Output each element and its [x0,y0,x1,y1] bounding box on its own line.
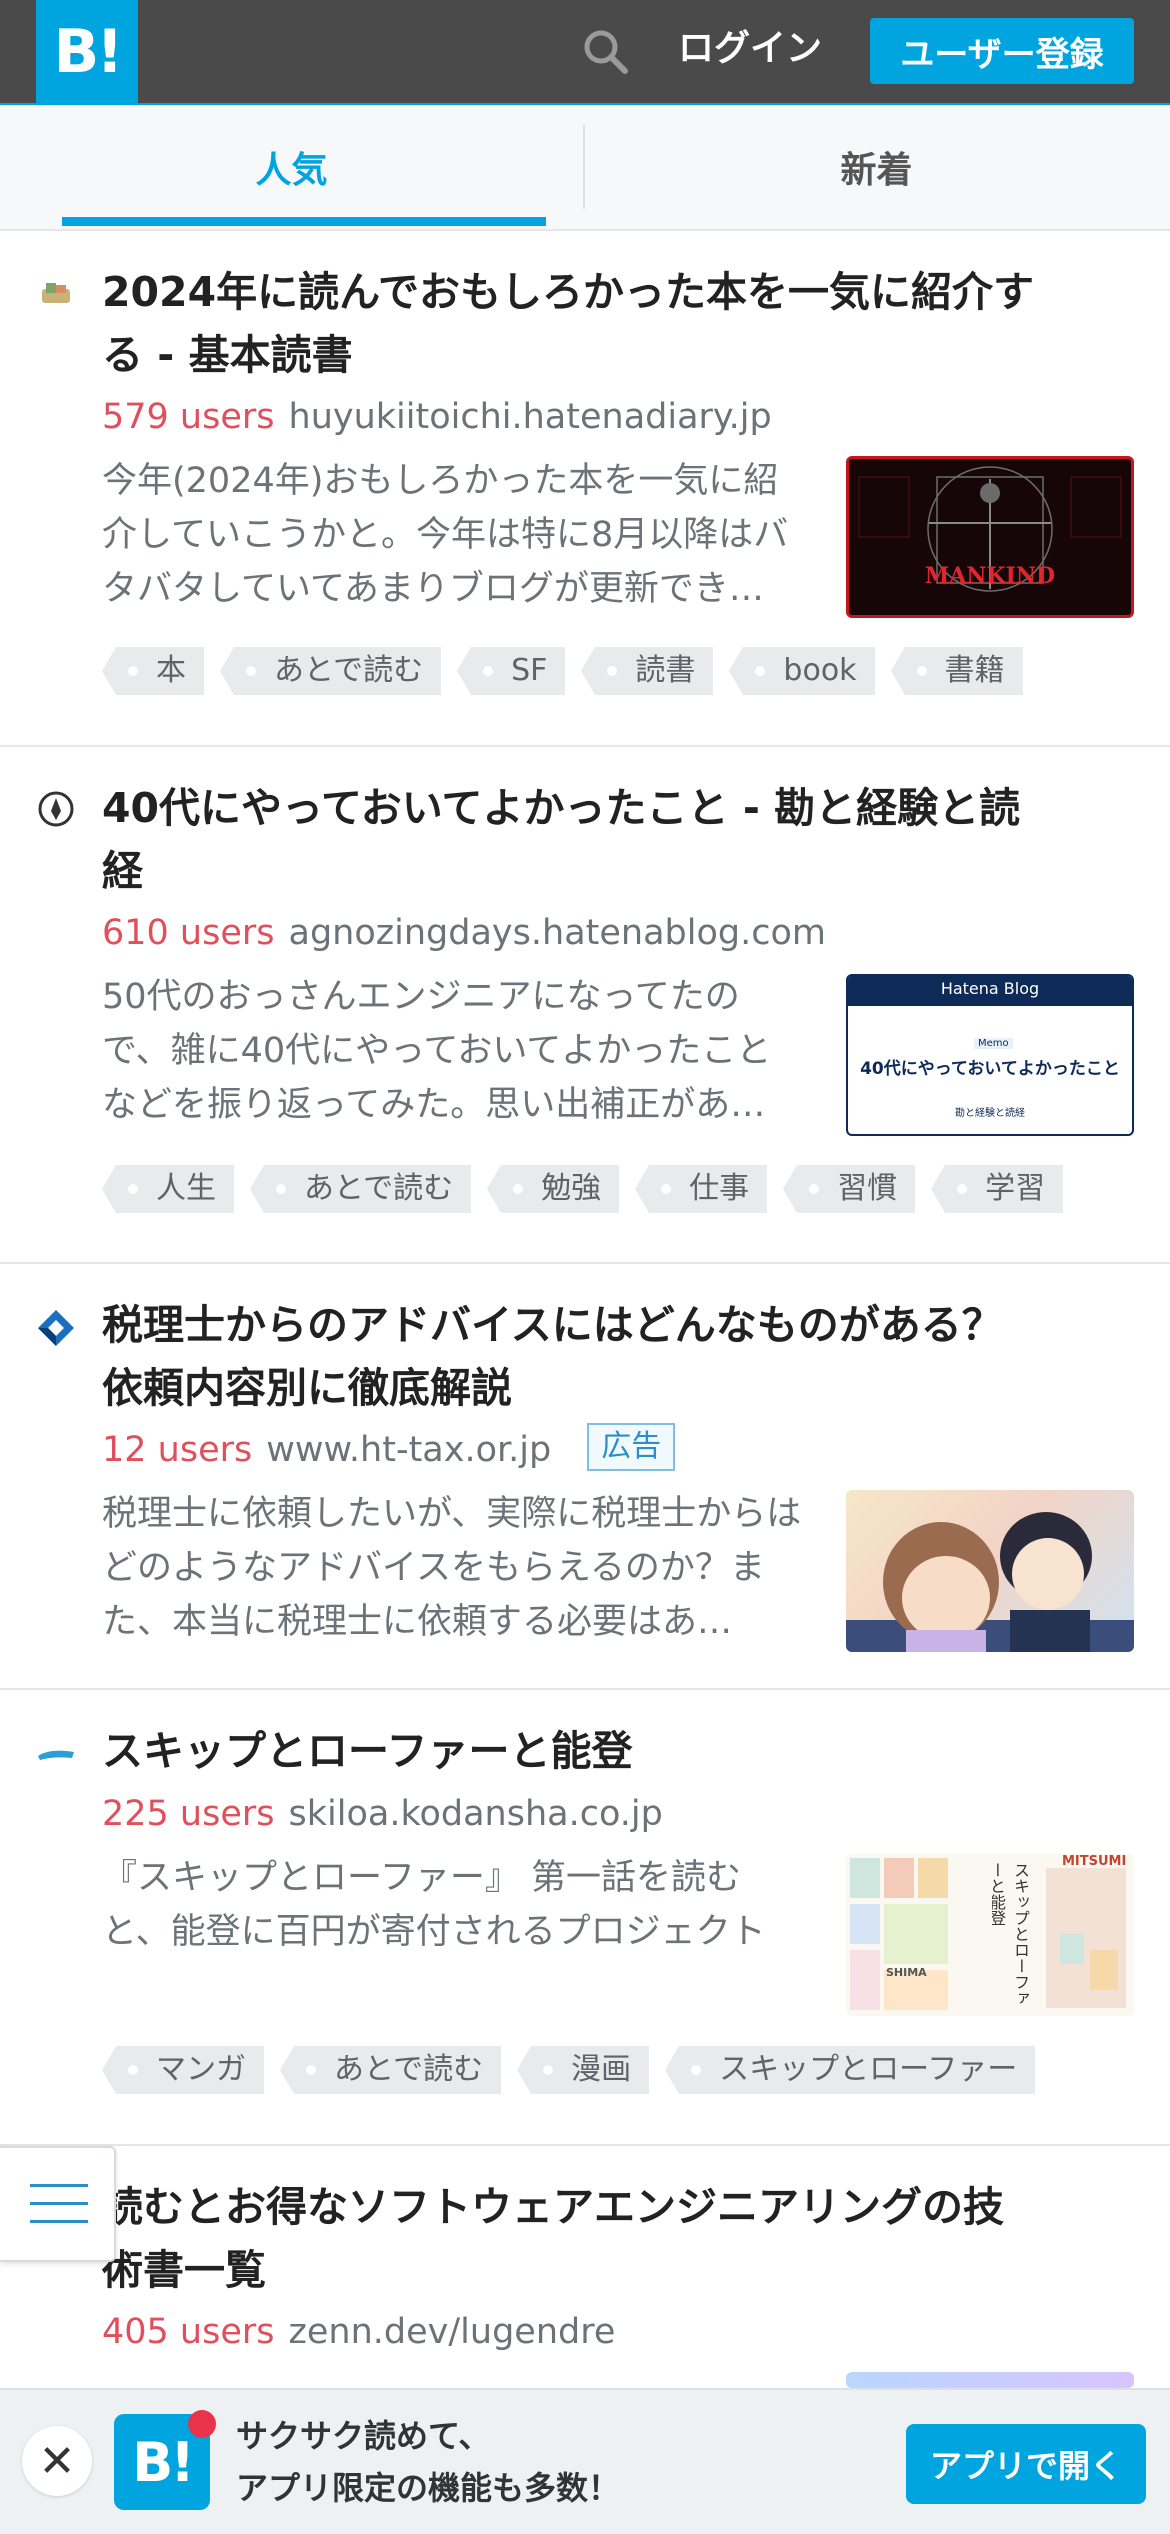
tab-popular[interactable]: 人気 [0,105,583,229]
hamburger-menu-button[interactable] [0,2146,116,2262]
tag[interactable]: 学習 [931,1165,1064,1213]
entry-meta: 12 users www.ht-tax.or.jp 広告 [102,1423,676,1475]
thumbnail-brand: MITSUMI [1062,1854,1127,1869]
tag[interactable]: 漫画 [517,2046,650,2094]
entry-title[interactable]: 2024年に読んでおもしろかった本を一気に紹介する - 基本読書 [102,261,1042,387]
tag[interactable]: あとで読む [249,1165,472,1213]
tag[interactable]: マンガ [102,2046,264,2094]
entry-domain[interactable]: skiloa.kodansha.co.jp [289,1794,663,1834]
tag-list: 人生 あとで読む 勉強 仕事 習慣 学習 [102,1165,1064,1213]
manga-illustration [846,1512,1134,1652]
hatena-bookmark-logo[interactable]: B! [36,0,138,103]
entry-thumbnail[interactable]: Hatena Blog Memo 40代にやっておいてよかったこと 勘と経験と読… [846,974,1134,1136]
open-app-button[interactable]: アプリで開く [906,2424,1146,2504]
site-favicon-icon [38,1750,74,1760]
bookmark-count[interactable]: 12 users [102,1430,252,1470]
entry-meta: 579 users huyukiitoichi.hatenadiary.jp [102,392,772,442]
entry-domain[interactable]: agnozingdays.hatenablog.com [289,913,826,953]
tag[interactable]: 書籍 [890,647,1023,695]
tab-new[interactable]: 新着 [585,105,1168,229]
thumbnail-badge: Memo [974,1038,1013,1049]
entry-description: 今年(2024年)おもしろかった本を一気に紹介していこうかと。今年は特に8月以降… [102,461,789,609]
tag[interactable]: あとで読む [279,2046,502,2094]
entry-title[interactable]: スキップとローファーと能登 [102,1720,1042,1783]
vitruvian-image [858,466,1122,592]
entry-domain[interactable]: zenn.dev/lugendre [289,2312,616,2352]
menu-line [30,2202,88,2205]
tag[interactable]: SF [457,647,566,695]
entry-item[interactable]: スキップとローファーと能登 225 users skiloa.kodansha.c… [0,1690,1170,2146]
menu-line [30,2220,88,2223]
entry-thumbnail[interactable] [846,2372,1134,2388]
entry-item-ad[interactable]: 税理士からのアドバイスにはどんなものがある？依頼内容別に徹底解説 12 user… [0,1264,1170,1690]
entry-meta: 225 users skiloa.kodansha.co.jp [102,1789,663,1839]
thumbnail-sub: 勘と経験と読経 [955,1108,1025,1119]
thumbnail-vertical-title: スキップとローファーと能登 [992,1862,1030,2006]
ad-badge: 広告 [587,1423,676,1471]
entry-thumbnail[interactable]: MANKIND [846,456,1134,618]
tag[interactable]: 人生 [102,1165,234,1213]
entry-title[interactable]: 40代にやっておいてよかったこと - 勘と経験と読経 [102,777,1042,903]
tag-list: 本 あとで読む SF 読書 book 書籍 [102,647,1023,695]
entry-thumbnail[interactable] [846,1490,1134,1652]
tag[interactable]: 仕事 [635,1165,768,1213]
entry-item[interactable]: 2024年に読んでおもしろかった本を一気に紹介する - 基本読書 579 use… [0,231,1170,747]
tag[interactable]: 勉強 [487,1165,620,1213]
entry-domain[interactable]: huyukiitoichi.hatenadiary.jp [289,397,772,437]
banner-line-2: アプリ限定の機能も多数！ [236,2469,621,2507]
entry-thumbnail[interactable]: スキップとローファーと能登 MITSUMI SHIMA [846,1854,1134,2016]
bookmark-count[interactable]: 225 users [102,1794,275,1834]
tag[interactable]: スキップとローファー [665,2046,1036,2094]
bookmark-count[interactable]: 579 users [102,397,275,437]
entry-item[interactable]: 40代にやっておいてよかったこと - 勘と経験と読経 610 users agno… [0,747,1170,1264]
menu-line [30,2184,88,2187]
entry-domain[interactable]: www.ht-tax.or.jp [266,1430,551,1470]
tag[interactable]: 本 [102,647,204,695]
entry-title[interactable]: 読むとお得なソフトウェアエンジニアリングの技術書一覧 [102,2176,1042,2302]
entry-meta: 405 users zenn.dev/lugendre [102,2307,615,2357]
thumbnail-caption: MANKIND [924,563,1056,589]
tag-list: マンガ あとで読む 漫画 スキップとローファー [102,2046,1036,2094]
app-promo-banner: ✕ B! サクサク読めて、 アプリ限定の機能も多数！ アプリで開く [0,2388,1170,2534]
thumbnail-headline: 40代にやっておいてよかったこと [860,1059,1120,1079]
tag[interactable]: book [729,647,875,695]
entry-title[interactable]: 税理士からのアドバイスにはどんなものがある？依頼内容別に徹底解説 [102,1294,1042,1420]
tag[interactable]: あとで読む [219,647,442,695]
site-favicon-icon [42,283,70,303]
entry-meta: 610 users agnozingdays.hatenablog.com [102,908,826,958]
banner-line-1: サクサク読めて、 [236,2417,491,2455]
entry-description: 50代のおっさんエンジニアになってたので、雑に40代にやっておいてよかったことな… [102,977,772,1125]
site-favicon-icon [38,1310,74,1346]
site-favicon-icon [38,791,74,827]
manga-cover-collage [850,1858,1126,2010]
bookmark-count[interactable]: 610 users [102,913,275,953]
feed-tabs: 人気 新着 [0,105,1170,231]
active-tab-indicator [62,217,546,226]
app-header: B! ログイン ユーザー登録 [0,0,1170,105]
tag[interactable]: 習慣 [783,1165,916,1213]
entry-item[interactable]: 読むとお得なソフトウェアエンジニアリングの技術書一覧 405 users zenn… [0,2146,1170,2388]
notification-dot [188,2410,216,2438]
search-icon[interactable] [580,26,630,76]
login-link[interactable]: ログイン [678,0,822,103]
thumbnail-brand: Hatena Blog [940,979,1040,998]
tag[interactable]: 読書 [581,647,714,695]
close-icon[interactable]: ✕ [22,2426,92,2496]
entry-description: 『スキップとローファー』 第一話を読むと、能登に百円が寄付されるプロジェクト [102,1858,766,1952]
banner-message: サクサク読めて、 アプリ限定の機能も多数！ [236,2410,620,2514]
signup-button[interactable]: ユーザー登録 [870,18,1134,84]
thumbnail-label: SHIMA [886,1966,927,1979]
entry-description: 税理士に依頼したいが、実際に税理士からはどのようなアドバイスをもらえるのか？また… [102,1494,802,1642]
bookmark-count[interactable]: 405 users [102,2312,275,2352]
